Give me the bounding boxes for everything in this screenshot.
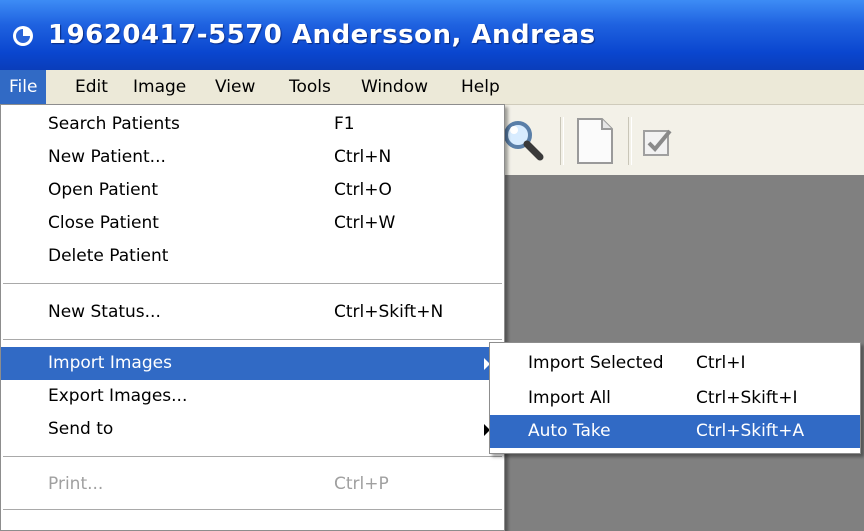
magnifier-icon <box>504 121 544 161</box>
menu-item-close-patient[interactable]: Close Patient Ctrl+W <box>1 207 504 240</box>
menu-separator <box>3 509 502 510</box>
menu-item-label: Import Selected <box>528 353 664 373</box>
new-document-icon <box>577 118 613 164</box>
menu-tools[interactable]: Tools <box>280 70 340 104</box>
app-logo-icon <box>13 26 33 46</box>
menu-view[interactable]: View <box>206 70 264 104</box>
menu-item-shortcut: Ctrl+I <box>696 353 746 373</box>
menu-item-import-images[interactable]: Import Images <box>1 347 504 380</box>
menu-help[interactable]: Help <box>452 70 509 104</box>
menu-separator <box>3 339 502 340</box>
checkbox-toolbar-button[interactable] <box>640 125 680 161</box>
menu-item-shortcut: Ctrl+W <box>334 213 396 233</box>
menu-item-search-patients[interactable]: Search Patients F1 <box>1 108 504 141</box>
toolbar-separator <box>628 117 632 165</box>
menu-item-shortcut: Ctrl+Skift+N <box>334 302 444 322</box>
menu-item-label: Import Images <box>48 353 172 373</box>
menu-item-label: New Patient... <box>48 147 166 167</box>
menu-edit[interactable]: Edit <box>66 70 117 104</box>
menu-item-label: Delete Patient <box>48 246 169 266</box>
menu-item-import-all[interactable]: Import All Ctrl+Skift+I <box>490 382 860 415</box>
menu-item-label: Export Images... <box>48 386 188 406</box>
menu-item-export-images[interactable]: Export Images... <box>1 380 504 413</box>
menu-item-label: New Status... <box>48 302 161 322</box>
menu-item-shortcut: F1 <box>334 114 355 134</box>
menu-item-send-to[interactable]: Send to <box>1 413 504 446</box>
menu-item-shortcut: Ctrl+N <box>334 147 392 167</box>
menu-item-new-status[interactable]: New Status... Ctrl+Skift+N <box>1 296 504 329</box>
menu-file[interactable]: File <box>0 70 47 104</box>
search-toolbar-button[interactable] <box>500 115 552 165</box>
menu-item-label: Auto Take <box>528 421 611 441</box>
menu-item-shortcut: Ctrl+Skift+I <box>696 388 798 408</box>
menu-item-print: Print... Ctrl+P <box>1 468 504 501</box>
menu-item-open-patient[interactable]: Open Patient Ctrl+O <box>1 174 504 207</box>
menu-item-shortcut: Ctrl+O <box>334 180 392 200</box>
menu-item-label: Print... <box>48 474 104 494</box>
toolbar-separator <box>560 117 564 165</box>
menu-item-delete-patient[interactable]: Delete Patient <box>1 240 504 273</box>
menu-item-label: Search Patients <box>48 114 180 134</box>
menu-image[interactable]: Image <box>124 70 195 104</box>
menu-separator <box>3 456 502 457</box>
import-images-submenu: Import Selected Ctrl+I Import All Ctrl+S… <box>489 342 861 454</box>
menu-separator <box>3 283 502 284</box>
menu-window[interactable]: Window <box>352 70 437 104</box>
file-menu: Search Patients F1 New Patient... Ctrl+N… <box>0 104 505 531</box>
title-bar: 19620417-5570 Andersson, Andreas <box>0 0 864 70</box>
menu-item-import-selected[interactable]: Import Selected Ctrl+I <box>490 347 860 380</box>
menu-item-auto-take[interactable]: Auto Take Ctrl+Skift+A <box>490 415 860 448</box>
menu-item-label: Import All <box>528 388 611 408</box>
menu-item-label: Open Patient <box>48 180 159 200</box>
menu-bar: File Edit Image View Tools Window Help <box>0 70 864 105</box>
menu-item-shortcut: Ctrl+Skift+A <box>696 421 805 441</box>
menu-item-shortcut: Ctrl+P <box>334 474 389 494</box>
menu-item-label: Send to <box>48 419 114 439</box>
new-document-toolbar-button[interactable] <box>572 115 618 167</box>
window-title: 19620417-5570 Andersson, Andreas <box>48 20 596 50</box>
checkbox-icon <box>643 129 672 156</box>
menu-item-label: Close Patient <box>48 213 159 233</box>
menu-item-new-patient[interactable]: New Patient... Ctrl+N <box>1 141 504 174</box>
